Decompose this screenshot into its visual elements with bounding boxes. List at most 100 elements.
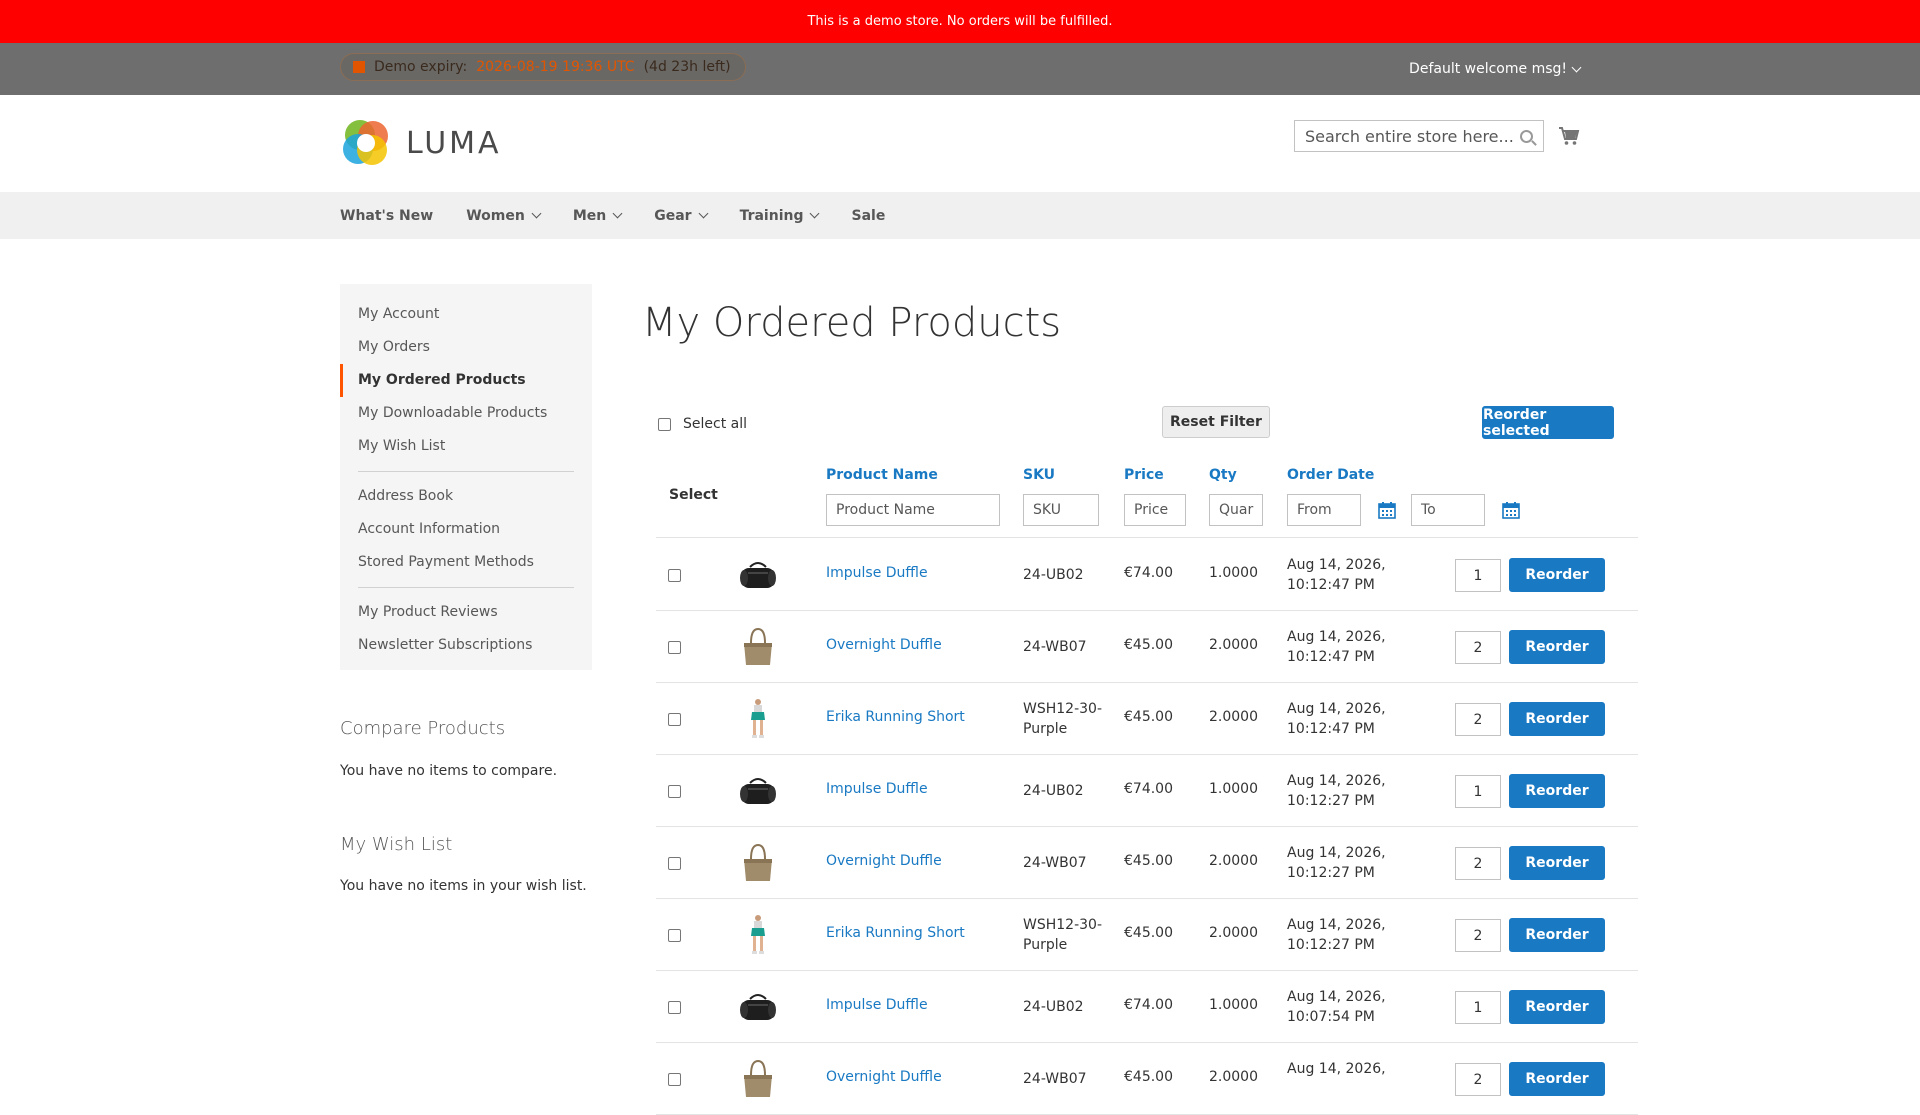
product-thumbnail[interactable] (736, 769, 780, 813)
sidebar-item-my-ordered-products[interactable]: My Ordered Products (340, 364, 592, 397)
nav-item-gear[interactable]: Gear (654, 208, 709, 224)
product-name-link[interactable]: Overnight Duffle (826, 637, 942, 653)
calendar-from-icon[interactable] (1378, 501, 1396, 519)
sidebar-item-stored-payment-methods[interactable]: Stored Payment Methods (340, 546, 592, 579)
reorder-button[interactable]: Reorder (1509, 846, 1605, 880)
product-thumbnail[interactable] (736, 553, 780, 597)
product-thumbnail[interactable] (736, 985, 780, 1029)
sidebar-item-my-wish-list[interactable]: My Wish List (340, 430, 592, 463)
row-select-checkbox[interactable] (668, 785, 681, 798)
compare-products-text: You have no items to compare. (340, 763, 558, 779)
reorder-button[interactable]: Reorder (1509, 630, 1605, 664)
reorder-qty-input[interactable]: 1 (1455, 991, 1501, 1024)
select-all-checkbox[interactable] (658, 417, 671, 431)
nav-item-what-s-new[interactable]: What's New (340, 208, 433, 224)
reorder-button[interactable]: Reorder (1509, 558, 1605, 592)
product-name-link[interactable]: Overnight Duffle (826, 1069, 942, 1085)
calendar-to-icon[interactable] (1502, 501, 1520, 519)
sidebar-item-my-orders[interactable]: My Orders (340, 331, 592, 364)
reorder-selected-button[interactable]: Reorder selected (1482, 406, 1614, 439)
reorder-qty-input[interactable]: 2 (1455, 919, 1501, 952)
product-name-link[interactable]: Erika Running Short (826, 925, 965, 941)
sidebar-divider (358, 471, 574, 472)
product-price: €45.00 (1124, 925, 1173, 941)
sidebar-item-newsletter-subscriptions[interactable]: Newsletter Subscriptions (340, 629, 592, 662)
product-qty: 2.0000 (1209, 1069, 1258, 1085)
product-thumbnail[interactable] (736, 841, 780, 885)
reorder-button[interactable]: Reorder (1509, 918, 1605, 952)
product-name-link[interactable]: Impulse Duffle (826, 565, 928, 581)
table-row: Erika Running Short WSH12-30- Purple €45.00… (656, 899, 1638, 971)
row-select-checkbox[interactable] (668, 713, 681, 726)
chevron-down-icon (810, 208, 820, 219)
sku-filter-input[interactable]: SKU (1023, 494, 1099, 526)
product-sku: 24-UB02 (1023, 783, 1084, 799)
row-select-checkbox[interactable] (668, 857, 681, 870)
column-header-product-name[interactable]: Product Name (826, 467, 938, 483)
chevron-down-icon (1571, 62, 1582, 72)
nav-item-training[interactable]: Training (740, 208, 820, 224)
product-name-link[interactable]: Impulse Duffle (826, 997, 928, 1013)
row-select-checkbox[interactable] (668, 929, 681, 942)
reorder-qty-input[interactable]: 2 (1455, 631, 1501, 664)
product-qty: 1.0000 (1209, 781, 1258, 797)
reorder-qty-input[interactable]: 2 (1455, 703, 1501, 736)
chevron-down-icon (531, 208, 542, 219)
product-sku: 24-UB02 (1023, 999, 1084, 1015)
table-header: Select Product Name SKU Price Qty Order … (656, 462, 1638, 538)
row-select-checkbox[interactable] (668, 1001, 681, 1014)
sidebar-item-my-account[interactable]: My Account (340, 298, 592, 331)
reorder-qty-input[interactable]: 2 (1455, 847, 1501, 880)
product-name-link[interactable]: Impulse Duffle (826, 781, 928, 797)
order-date: Aug 14, 2026, 10:12:47 PM (1287, 629, 1386, 665)
row-select-checkbox[interactable] (668, 641, 681, 654)
select-all[interactable]: Select all (658, 416, 747, 432)
cart-icon[interactable] (1558, 126, 1580, 146)
product-name-filter-input[interactable]: Product Name (826, 494, 1000, 526)
product-price: €45.00 (1124, 709, 1173, 725)
column-header-price[interactable]: Price (1124, 467, 1164, 483)
table-row: Overnight Duffle 24-WB07 €45.00 2.0000 Aug 1… (656, 611, 1638, 683)
nav-item-men[interactable]: Men (573, 208, 623, 224)
expiry-square-icon (353, 61, 365, 73)
sidebar-item-my-product-reviews[interactable]: My Product Reviews (340, 596, 592, 629)
sidebar-item-address-book[interactable]: Address Book (340, 480, 592, 513)
date-from-input[interactable]: From (1287, 494, 1361, 526)
reorder-button[interactable]: Reorder (1509, 1062, 1605, 1096)
product-price: €74.00 (1124, 565, 1173, 581)
product-thumbnail[interactable] (736, 697, 780, 741)
product-name-link[interactable]: Overnight Duffle (826, 853, 942, 869)
product-thumbnail[interactable] (736, 913, 780, 957)
order-date: Aug 14, 2026, (1287, 1061, 1386, 1077)
table-row: Erika Running Short WSH12-30- Purple €45.00… (656, 683, 1638, 755)
qty-filter-input[interactable]: Quar (1209, 494, 1263, 526)
column-header-qty[interactable]: Qty (1209, 467, 1237, 483)
sidebar-item-account-information[interactable]: Account Information (340, 513, 592, 546)
reorder-button[interactable]: Reorder (1509, 774, 1605, 808)
reorder-button[interactable]: Reorder (1509, 990, 1605, 1024)
reorder-qty-input[interactable]: 1 (1455, 559, 1501, 592)
order-date: Aug 14, 2026, 10:12:47 PM (1287, 557, 1386, 593)
reorder-button[interactable]: Reorder (1509, 702, 1605, 736)
product-sku: 24-WB07 (1023, 855, 1087, 871)
logo[interactable]: LUMA (340, 117, 502, 169)
product-price: €74.00 (1124, 781, 1173, 797)
date-to-input[interactable]: To (1411, 494, 1485, 526)
column-header-order-date[interactable]: Order Date (1287, 467, 1374, 483)
nav-item-women[interactable]: Women (466, 208, 542, 224)
product-name-link[interactable]: Erika Running Short (826, 709, 965, 725)
search-icon[interactable] (1520, 129, 1533, 143)
sidebar-item-my-downloadable-products[interactable]: My Downloadable Products (340, 397, 592, 430)
product-thumbnail[interactable] (736, 1057, 780, 1101)
row-select-checkbox[interactable] (668, 569, 681, 582)
welcome-switcher[interactable]: Default welcome msg! (1409, 43, 1582, 95)
column-header-select: Select (669, 487, 718, 503)
reorder-qty-input[interactable]: 1 (1455, 775, 1501, 808)
search-input[interactable]: Search entire store here... (1294, 120, 1544, 152)
nav-item-sale[interactable]: Sale (851, 208, 885, 224)
price-filter-input[interactable]: Price (1124, 494, 1186, 526)
site-header: LUMA Search entire store here... (0, 95, 1920, 192)
column-header-sku[interactable]: SKU (1023, 467, 1055, 483)
reset-filter-button[interactable]: Reset Filter (1162, 406, 1270, 438)
product-thumbnail[interactable] (736, 625, 780, 669)
